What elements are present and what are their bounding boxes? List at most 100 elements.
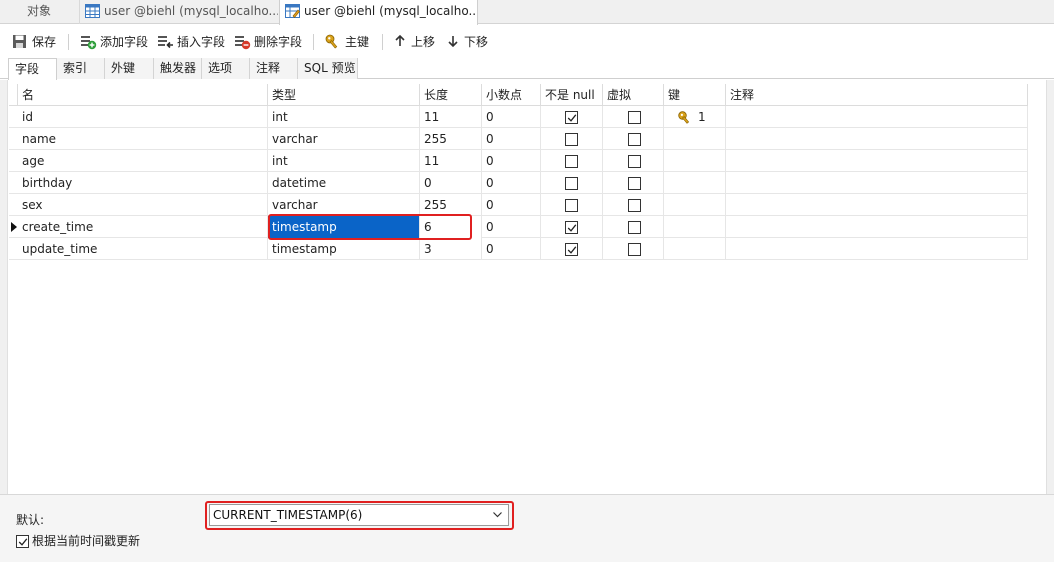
field-comment-cell[interactable] bbox=[726, 128, 1028, 150]
header-virtual[interactable]: 虚拟 bbox=[603, 84, 664, 106]
field-name-cell[interactable]: create_time bbox=[18, 216, 268, 238]
field-decimals-cell[interactable]: 0 bbox=[482, 216, 541, 238]
save-button[interactable]: 保存 bbox=[12, 29, 60, 55]
field-type-cell[interactable]: datetime bbox=[268, 172, 420, 194]
on-update-checkbox[interactable] bbox=[16, 535, 29, 548]
virtual-checkbox[interactable] bbox=[628, 155, 641, 168]
field-comment-cell[interactable] bbox=[726, 238, 1028, 260]
field-key-cell[interactable] bbox=[664, 238, 726, 260]
tab-foreign-keys[interactable]: 外键 bbox=[105, 58, 154, 79]
header-decimals[interactable]: 小数点 bbox=[482, 84, 541, 106]
header-length[interactable]: 长度 bbox=[420, 84, 482, 106]
not-null-checkbox[interactable] bbox=[565, 111, 578, 124]
not-null-checkbox[interactable] bbox=[565, 221, 578, 234]
field-name-cell[interactable]: update_time bbox=[18, 238, 268, 260]
field-length-cell[interactable]: 0 bbox=[420, 172, 482, 194]
checkmark-icon bbox=[567, 114, 577, 122]
tab-options[interactable]: 选项 bbox=[202, 58, 250, 79]
field-key-cell[interactable] bbox=[664, 216, 726, 238]
toolbar: 保存 添加字段 插入字段 删除字段 主键 上移 下移 bbox=[0, 29, 1054, 55]
virtual-checkbox[interactable] bbox=[628, 177, 641, 190]
table-icon bbox=[85, 4, 100, 18]
field-decimals-cell[interactable]: 0 bbox=[482, 238, 541, 260]
header-not-null[interactable]: 不是 null bbox=[541, 84, 603, 106]
tab-objects[interactable]: 对象 bbox=[0, 0, 78, 24]
table-row[interactable]: create_time timestamp 6 0 bbox=[9, 216, 1028, 238]
field-length-cell[interactable]: 3 bbox=[420, 238, 482, 260]
virtual-checkbox[interactable] bbox=[628, 243, 641, 256]
field-key-cell[interactable]: 1 bbox=[664, 106, 726, 128]
virtual-checkbox[interactable] bbox=[628, 133, 641, 146]
virtual-checkbox[interactable] bbox=[628, 199, 641, 212]
not-null-checkbox[interactable] bbox=[565, 133, 578, 146]
right-gutter bbox=[1046, 80, 1054, 494]
field-name-cell[interactable]: id bbox=[18, 106, 268, 128]
field-decimals-cell[interactable]: 0 bbox=[482, 128, 541, 150]
not-null-checkbox[interactable] bbox=[565, 243, 578, 256]
header-name[interactable]: 名 bbox=[18, 84, 268, 106]
table-row[interactable]: age int 11 0 bbox=[9, 150, 1028, 172]
table-row[interactable]: update_time timestamp 3 0 bbox=[9, 238, 1028, 260]
field-comment-cell[interactable] bbox=[726, 216, 1028, 238]
move-up-button[interactable]: 上移 bbox=[394, 29, 440, 55]
field-name-cell[interactable]: birthday bbox=[18, 172, 268, 194]
field-comment-cell[interactable] bbox=[726, 106, 1028, 128]
on-update-option[interactable]: 根据当前时间戳更新 bbox=[16, 533, 140, 549]
tab-triggers[interactable]: 触发器 bbox=[154, 58, 202, 79]
table-row[interactable]: birthday datetime 0 0 bbox=[9, 172, 1028, 194]
field-decimals-cell[interactable]: 0 bbox=[482, 172, 541, 194]
header-key[interactable]: 键 bbox=[664, 84, 726, 106]
field-type-cell[interactable]: varchar bbox=[268, 194, 420, 216]
field-type-cell[interactable]: timestamp bbox=[268, 238, 420, 260]
tab-user-table-design[interactable]: user @biehl (mysql_localho... bbox=[279, 0, 478, 25]
tab-sql-preview[interactable]: SQL 预览 bbox=[298, 58, 358, 79]
insert-field-button[interactable]: 插入字段 bbox=[157, 29, 227, 55]
field-name-cell[interactable]: age bbox=[18, 150, 268, 172]
field-key-cell[interactable] bbox=[664, 128, 726, 150]
table-row[interactable]: id int 11 0 1 bbox=[9, 106, 1028, 128]
not-null-checkbox[interactable] bbox=[565, 155, 578, 168]
not-null-checkbox[interactable] bbox=[565, 199, 578, 212]
field-decimals-cell[interactable]: 0 bbox=[482, 194, 541, 216]
virtual-checkbox[interactable] bbox=[628, 221, 641, 234]
field-type-cell[interactable]: varchar bbox=[268, 128, 420, 150]
field-type-cell[interactable]: timestamp bbox=[268, 216, 420, 238]
tab-user-table-1[interactable]: user @biehl (mysql_localho... bbox=[79, 0, 278, 24]
tab-indexes[interactable]: 索引 bbox=[57, 58, 105, 79]
header-comment[interactable]: 注释 bbox=[726, 84, 1028, 106]
field-type-cell[interactable]: int bbox=[268, 150, 420, 172]
move-down-button[interactable]: 下移 bbox=[447, 29, 493, 55]
move-down-label: 下移 bbox=[464, 35, 489, 49]
field-comment-cell[interactable] bbox=[726, 150, 1028, 172]
key-icon bbox=[325, 34, 338, 49]
field-length-cell[interactable]: 6 bbox=[420, 216, 482, 238]
field-name-cell[interactable]: name bbox=[18, 128, 268, 150]
delete-field-button[interactable]: 删除字段 bbox=[234, 29, 306, 55]
table-row[interactable]: name varchar 255 0 bbox=[9, 128, 1028, 150]
field-comment-cell[interactable] bbox=[726, 172, 1028, 194]
field-comment-cell[interactable] bbox=[726, 194, 1028, 216]
field-length-cell[interactable]: 255 bbox=[420, 128, 482, 150]
field-type-cell[interactable]: int bbox=[268, 106, 420, 128]
field-length-cell[interactable]: 255 bbox=[420, 194, 482, 216]
checkmark-icon bbox=[567, 246, 577, 254]
field-key-cell[interactable] bbox=[664, 172, 726, 194]
field-length-cell[interactable]: 11 bbox=[420, 150, 482, 172]
not-null-checkbox[interactable] bbox=[565, 177, 578, 190]
field-length-cell[interactable]: 11 bbox=[420, 106, 482, 128]
table-row[interactable]: sex varchar 255 0 bbox=[9, 194, 1028, 216]
add-field-button[interactable]: 添加字段 bbox=[80, 29, 150, 55]
tab-comment[interactable]: 注释 bbox=[250, 58, 298, 79]
default-value-select[interactable]: CURRENT_TIMESTAMP(6) bbox=[209, 504, 509, 526]
table-design-icon bbox=[285, 4, 300, 18]
field-key-cell[interactable] bbox=[664, 194, 726, 216]
tab-fields[interactable]: 字段 bbox=[8, 58, 57, 80]
field-virtual-cell bbox=[603, 216, 664, 238]
virtual-checkbox[interactable] bbox=[628, 111, 641, 124]
field-decimals-cell[interactable]: 0 bbox=[482, 106, 541, 128]
field-decimals-cell[interactable]: 0 bbox=[482, 150, 541, 172]
field-name-cell[interactable]: sex bbox=[18, 194, 268, 216]
primary-key-button[interactable]: 主键 bbox=[325, 29, 373, 55]
field-key-cell[interactable] bbox=[664, 150, 726, 172]
header-type[interactable]: 类型 bbox=[268, 84, 420, 106]
